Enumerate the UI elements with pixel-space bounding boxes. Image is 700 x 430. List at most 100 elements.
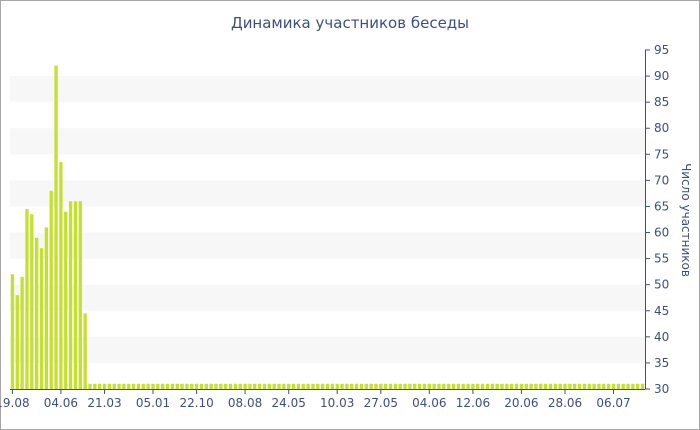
bar bbox=[248, 383, 252, 389]
bar bbox=[495, 383, 499, 389]
bar bbox=[165, 383, 170, 389]
bar bbox=[209, 383, 213, 389]
bar bbox=[398, 383, 402, 389]
bar bbox=[127, 383, 131, 389]
bar bbox=[112, 383, 116, 389]
bar bbox=[476, 383, 480, 389]
bar bbox=[224, 383, 228, 389]
bar bbox=[233, 383, 238, 389]
bar bbox=[170, 383, 175, 389]
chart-title: Динамика участников беседы bbox=[231, 14, 469, 32]
bar bbox=[529, 383, 533, 389]
bar bbox=[306, 383, 310, 389]
bar bbox=[543, 383, 548, 389]
bar bbox=[461, 383, 465, 389]
bar bbox=[253, 383, 257, 389]
bar bbox=[15, 295, 19, 389]
bar bbox=[122, 383, 126, 389]
bar bbox=[73, 201, 78, 389]
grid-band bbox=[10, 232, 645, 259]
bar bbox=[471, 383, 475, 389]
bar bbox=[301, 383, 305, 389]
bar bbox=[519, 383, 524, 389]
bar bbox=[626, 383, 630, 389]
bar bbox=[78, 201, 82, 389]
bar bbox=[524, 383, 528, 389]
bar bbox=[272, 383, 276, 389]
bar bbox=[185, 383, 189, 389]
bar bbox=[107, 383, 112, 389]
bar bbox=[422, 383, 427, 389]
bar bbox=[553, 383, 557, 389]
x-tick-label: 06.07 bbox=[596, 396, 630, 410]
bar bbox=[175, 383, 179, 389]
bar bbox=[621, 383, 625, 389]
bar bbox=[204, 383, 208, 389]
bar bbox=[243, 383, 247, 389]
bar bbox=[447, 383, 451, 389]
x-tick-label: 19.08 bbox=[0, 396, 30, 410]
grid-band bbox=[10, 76, 645, 103]
x-tick-label: 04.06 bbox=[44, 396, 78, 410]
bar bbox=[582, 383, 587, 389]
bar bbox=[369, 383, 373, 389]
x-tick-label: 08.08 bbox=[228, 396, 262, 410]
bar bbox=[335, 383, 339, 389]
bar bbox=[287, 383, 291, 389]
y-tick-label: 40 bbox=[654, 330, 669, 344]
bar bbox=[98, 383, 102, 389]
bar bbox=[146, 383, 150, 389]
bar bbox=[379, 383, 383, 389]
bar bbox=[88, 383, 92, 389]
bar bbox=[408, 383, 412, 389]
bar bbox=[514, 383, 519, 389]
bar bbox=[359, 383, 364, 389]
bar bbox=[548, 383, 553, 389]
bar bbox=[597, 383, 601, 389]
bar bbox=[325, 383, 330, 389]
bar bbox=[277, 383, 281, 389]
bar bbox=[39, 248, 44, 389]
y-tick-label: 30 bbox=[654, 382, 669, 396]
grid-bands bbox=[10, 76, 645, 363]
member-dynamics-chart: 30 35 40 45 50 55 60 65 70 75 80 85 90 95 19.08 04.06 2… bbox=[0, 14, 693, 410]
bar bbox=[500, 383, 504, 389]
bar bbox=[102, 383, 107, 389]
y-tick-label: 35 bbox=[654, 356, 669, 370]
bar bbox=[442, 383, 446, 389]
bar bbox=[340, 383, 344, 389]
bar bbox=[485, 383, 490, 389]
bar bbox=[151, 383, 155, 389]
y-tick-label: 70 bbox=[654, 173, 669, 187]
bar bbox=[636, 383, 640, 389]
bar bbox=[180, 383, 184, 389]
x-tick-label: 05.01 bbox=[136, 396, 170, 410]
bar bbox=[451, 383, 456, 389]
y-tick-label: 75 bbox=[654, 147, 669, 161]
bar bbox=[296, 383, 301, 389]
bar bbox=[558, 383, 562, 389]
bar bbox=[350, 383, 354, 389]
bar bbox=[93, 383, 97, 389]
bar bbox=[321, 383, 325, 389]
y-tick-label: 90 bbox=[654, 69, 669, 83]
bar bbox=[393, 383, 398, 389]
bar bbox=[568, 383, 572, 389]
y-tick-label: 85 bbox=[654, 95, 669, 109]
bar bbox=[219, 383, 223, 389]
bar bbox=[59, 162, 63, 389]
bar bbox=[456, 383, 461, 389]
bar bbox=[345, 383, 349, 389]
bar bbox=[228, 383, 233, 389]
bar bbox=[291, 383, 296, 389]
bar bbox=[64, 211, 68, 389]
x-tick-label: 22.10 bbox=[179, 396, 213, 410]
bar bbox=[20, 276, 24, 389]
x-tick-label: 04.06 bbox=[412, 396, 446, 410]
bar bbox=[437, 383, 441, 389]
bar bbox=[640, 383, 645, 389]
bar bbox=[602, 383, 606, 389]
x-tick-label: 20.06 bbox=[504, 396, 538, 410]
bar bbox=[10, 274, 15, 389]
bar bbox=[505, 383, 509, 389]
